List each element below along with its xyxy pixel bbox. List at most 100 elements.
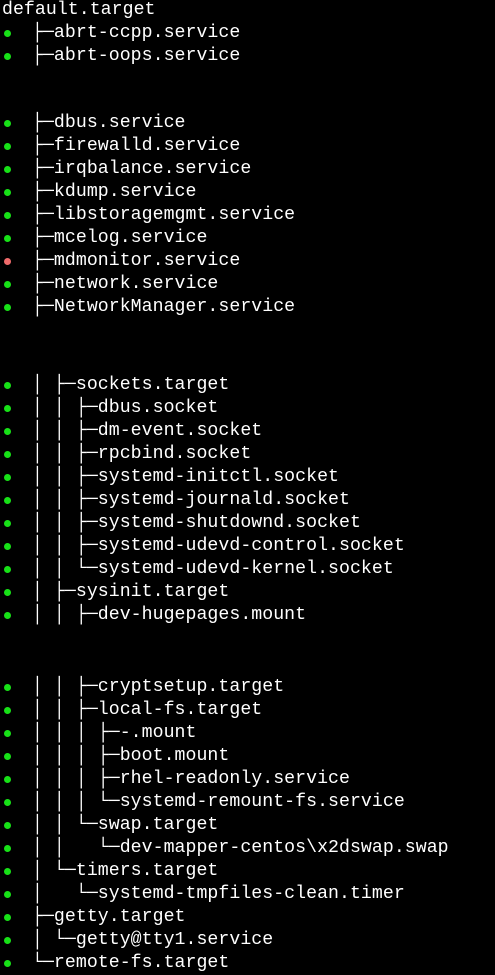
- tree-row[interactable]: ├─firewalld.service: [0, 135, 495, 158]
- tree-row[interactable]: │ │ ├─cryptsetup.target: [0, 676, 495, 699]
- unit-label: │ ├─sockets.target: [32, 374, 230, 395]
- status-active-dot-icon: [4, 211, 11, 219]
- tree-row[interactable]: │ │ │ ├─-.mount: [0, 722, 495, 745]
- status-active-dot-icon: [4, 706, 11, 714]
- status-active-dot-icon: [4, 52, 11, 60]
- unit-label: │ │ │ ├─rhel-readonly.service: [32, 768, 350, 789]
- unit-label: ├─network.service: [32, 273, 219, 294]
- tree-row[interactable]: │ ├─sockets.target: [0, 374, 495, 397]
- status-active-dot-icon: [4, 234, 11, 242]
- tree-row[interactable]: │ ├─sysinit.target: [0, 581, 495, 604]
- status-active-dot-icon: [4, 404, 11, 412]
- tree-row[interactable]: │ │ ├─local-fs.target: [0, 699, 495, 722]
- tree-row[interactable]: ├─irqbalance.service: [0, 158, 495, 181]
- unit-label: │ │ ├─systemd-shutdownd.socket: [32, 512, 361, 533]
- unit-label: │ │ ├─dbus.socket: [32, 397, 219, 418]
- tree-row[interactable]: │ └─systemd-tmpfiles-clean.timer: [0, 883, 495, 906]
- unit-label: │ │ ├─cryptsetup.target: [32, 676, 285, 697]
- unit-label: ├─firewalld.service: [32, 135, 241, 156]
- status-active-dot-icon: [4, 381, 11, 389]
- tree-row[interactable]: │ │ │ ├─rhel-readonly.service: [0, 768, 495, 791]
- tree-row[interactable]: ├─NetworkManager.service: [0, 296, 495, 319]
- unit-label: │ │ ├─systemd-journald.socket: [32, 489, 350, 510]
- unit-label: ├─mdmonitor.service: [32, 250, 241, 271]
- tree-row[interactable]: │ │ ├─systemd-journald.socket: [0, 489, 495, 512]
- status-active-dot-icon: [4, 496, 11, 504]
- tree-row[interactable]: ├─kdump.service: [0, 181, 495, 204]
- tree-row[interactable]: │ └─getty@tty1.service: [0, 929, 495, 952]
- unit-label: │ │ │ ├─-.mount: [32, 722, 197, 743]
- unit-label: │ │ ├─local-fs.target: [32, 699, 263, 720]
- unit-label: │ │ ├─dev-hugepages.mount: [32, 604, 307, 625]
- unit-label: ├─getty.target: [32, 906, 186, 927]
- unit-label: ├─abrt-oops.service: [32, 45, 241, 66]
- unit-label: │ │ └─dev-mapper-centos\x2dswap.swap: [32, 837, 449, 858]
- root-target-label: default.target: [2, 0, 156, 20]
- status-failed-dot-icon: [4, 257, 11, 265]
- status-active-dot-icon: [4, 165, 11, 173]
- tree-row[interactable]: │ │ ├─rpcbind.socket: [0, 443, 495, 466]
- tree-row[interactable]: ├─mdmonitor.service: [0, 250, 495, 273]
- unit-label: │ └─timers.target: [32, 860, 219, 881]
- unit-label: └─remote-fs.target: [32, 952, 230, 973]
- tree-row[interactable]: ├─getty.target: [0, 906, 495, 929]
- unit-label: │ └─getty@tty1.service: [32, 929, 274, 950]
- tree-row[interactable]: ├─dbus.service: [0, 112, 495, 135]
- tree-row[interactable]: │ │ └─dev-mapper-centos\x2dswap.swap: [0, 837, 495, 860]
- status-active-dot-icon: [4, 683, 11, 691]
- status-active-dot-icon: [4, 588, 11, 596]
- terminal-window[interactable]: default.target ├─abrt-ccpp.service ├─abrt…: [0, 0, 495, 975]
- status-active-dot-icon: [4, 959, 11, 967]
- tree-row[interactable]: └─remote-fs.target: [0, 952, 495, 975]
- tree-row[interactable]: │ │ ├─dbus.socket: [0, 397, 495, 420]
- tree-row[interactable]: ├─network.service: [0, 273, 495, 296]
- tree-row[interactable]: │ │ └─swap.target: [0, 814, 495, 837]
- tree-row[interactable]: ├─mcelog.service: [0, 227, 495, 250]
- tree-row[interactable]: │ │ │ └─systemd-remount-fs.service: [0, 791, 495, 814]
- status-active-dot-icon: [4, 29, 11, 37]
- status-active-dot-icon: [4, 303, 11, 311]
- tree-row[interactable]: │ │ ├─dm-event.socket: [0, 420, 495, 443]
- unit-label: ├─NetworkManager.service: [32, 296, 296, 317]
- status-active-dot-icon: [4, 913, 11, 921]
- status-active-dot-icon: [4, 611, 11, 619]
- status-active-dot-icon: [4, 844, 11, 852]
- status-active-dot-icon: [4, 188, 11, 196]
- tree-row[interactable]: ├─abrt-oops.service: [0, 45, 495, 68]
- unit-label: ├─kdump.service: [32, 181, 197, 202]
- unit-label: ├─irqbalance.service: [32, 158, 252, 179]
- unit-tree-root: default.target: [2, 0, 155, 22]
- tree-row[interactable]: │ │ └─systemd-udevd-kernel.socket: [0, 558, 495, 581]
- tree-row[interactable]: │ │ │ ├─boot.mount: [0, 745, 495, 768]
- tree-row[interactable]: ├─abrt-ccpp.service: [0, 22, 495, 45]
- unit-label: ├─dbus.service: [32, 112, 186, 133]
- unit-label: ├─abrt-ccpp.service: [32, 22, 241, 43]
- tree-row[interactable]: │ │ ├─dev-hugepages.mount: [0, 604, 495, 627]
- status-active-dot-icon: [4, 119, 11, 127]
- status-active-dot-icon: [4, 867, 11, 875]
- status-active-dot-icon: [4, 890, 11, 898]
- unit-label: ├─libstoragemgmt.service: [32, 204, 296, 225]
- status-active-dot-icon: [4, 519, 11, 527]
- tree-row[interactable]: │ │ ├─systemd-shutdownd.socket: [0, 512, 495, 535]
- status-active-dot-icon: [4, 775, 11, 783]
- status-active-dot-icon: [4, 450, 11, 458]
- unit-label: │ │ ├─systemd-initctl.socket: [32, 466, 339, 487]
- tree-row[interactable]: ├─libstoragemgmt.service: [0, 204, 495, 227]
- unit-label: │ │ └─swap.target: [32, 814, 219, 835]
- status-active-dot-icon: [4, 798, 11, 806]
- tree-row[interactable]: │ └─timers.target: [0, 860, 495, 883]
- status-active-dot-icon: [4, 565, 11, 573]
- unit-label: ├─mcelog.service: [32, 227, 208, 248]
- unit-label: │ │ │ ├─boot.mount: [32, 745, 230, 766]
- status-active-dot-icon: [4, 427, 11, 435]
- status-active-dot-icon: [4, 729, 11, 737]
- status-active-dot-icon: [4, 280, 11, 288]
- tree-row[interactable]: │ │ ├─systemd-udevd-control.socket: [0, 535, 495, 558]
- tree-row[interactable]: │ │ ├─systemd-initctl.socket: [0, 466, 495, 489]
- status-active-dot-icon: [4, 752, 11, 760]
- unit-label: │ ├─sysinit.target: [32, 581, 230, 602]
- unit-label: │ │ ├─rpcbind.socket: [32, 443, 252, 464]
- unit-label: │ │ │ └─systemd-remount-fs.service: [32, 791, 405, 812]
- unit-label: │ └─systemd-tmpfiles-clean.timer: [32, 883, 405, 904]
